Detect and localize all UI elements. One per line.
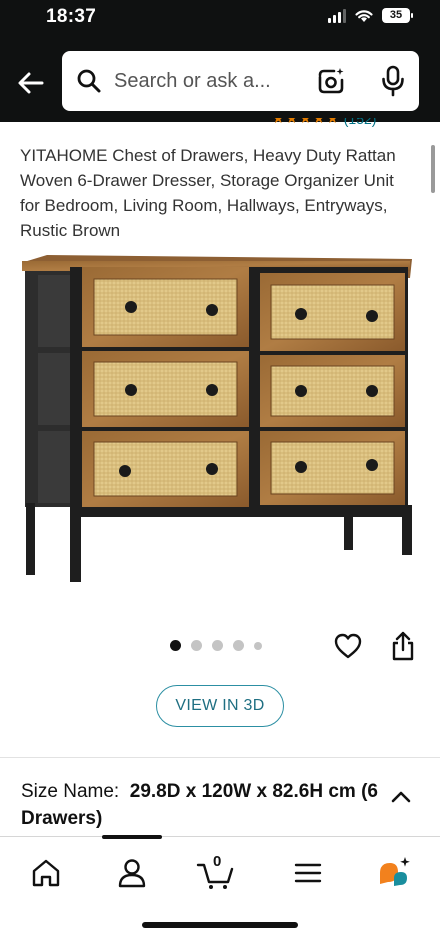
camera-lens-icon[interactable] <box>316 66 346 96</box>
product-page: 18:37 35 Search or ask a... ★★★★★ (152) … <box>0 0 440 940</box>
cart-button[interactable]: 0 <box>196 853 236 893</box>
carousel-dot[interactable] <box>233 640 244 651</box>
share-icon[interactable] <box>390 630 416 662</box>
home-icon[interactable] <box>26 853 66 893</box>
carousel-dot[interactable] <box>191 640 202 651</box>
carousel-dot[interactable] <box>170 640 181 651</box>
signal-icon <box>328 8 346 23</box>
battery-icon: 35 <box>382 8 413 23</box>
back-arrow-icon[interactable] <box>14 66 48 100</box>
cart-count: 0 <box>213 853 222 870</box>
rufus-icon[interactable] <box>374 853 414 893</box>
carousel-dot[interactable] <box>212 640 223 651</box>
home-indicator <box>142 922 298 928</box>
image-carousel-dots[interactable] <box>170 640 262 651</box>
status-icons: 35 <box>328 8 413 23</box>
search-header: Search or ask a... <box>0 40 440 122</box>
status-bar: 18:37 35 <box>0 0 440 40</box>
wifi-icon <box>355 10 373 22</box>
rating-stars: ★★★★★ <box>272 118 340 126</box>
product-title: YITAHOME Chest of Drawers, Heavy Duty Ra… <box>20 146 396 240</box>
search-placeholder[interactable]: Search or ask a... <box>114 70 271 93</box>
search-input[interactable]: Search or ask a... <box>62 51 419 111</box>
search-icon <box>77 69 101 93</box>
product-image[interactable] <box>22 255 420 585</box>
rating-count[interactable]: (152) <box>344 118 377 127</box>
account-icon[interactable] <box>112 853 152 893</box>
status-time: 18:37 <box>46 6 97 27</box>
rating-summary[interactable]: ★★★★★ (152) <box>272 118 422 130</box>
size-selector[interactable]: Size Name: 29.8D x 120W x 82.6H cm (6 Dr… <box>21 778 381 832</box>
view-in-3d-button[interactable]: VIEW IN 3D <box>156 685 284 727</box>
divider <box>0 757 440 758</box>
size-label: Size Name: <box>21 781 120 802</box>
carousel-dot[interactable] <box>254 641 262 650</box>
chevron-up-icon[interactable] <box>390 789 412 805</box>
menu-icon[interactable] <box>288 853 328 893</box>
scrollbar <box>431 145 435 193</box>
nav-active-indicator <box>102 835 162 839</box>
microphone-icon[interactable] <box>380 65 406 97</box>
heart-icon[interactable] <box>333 632 363 660</box>
